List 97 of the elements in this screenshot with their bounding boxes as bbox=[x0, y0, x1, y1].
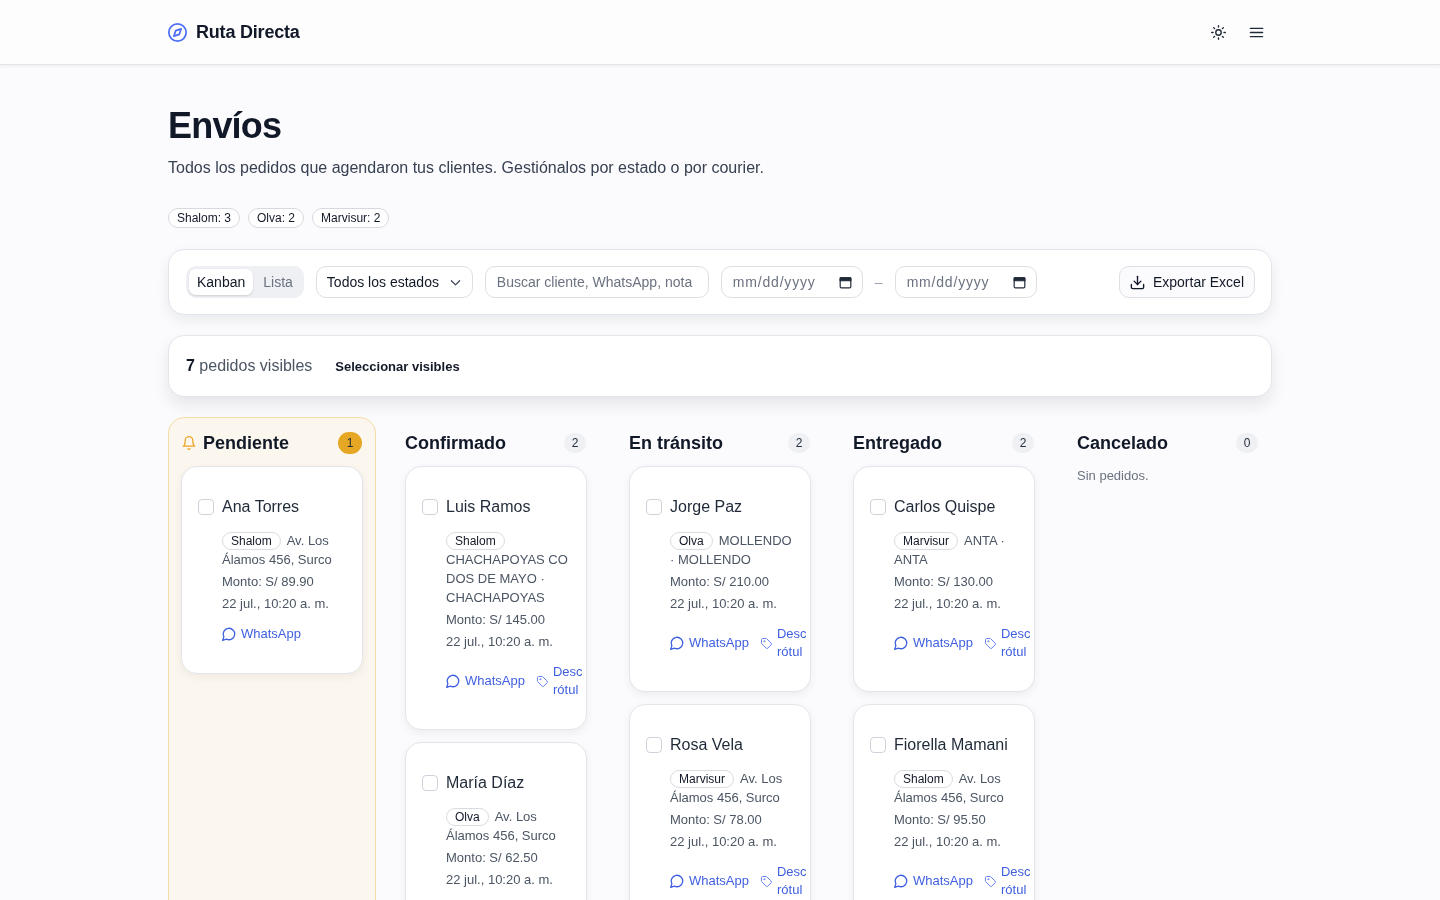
download-icon bbox=[1129, 274, 1145, 290]
tag-icon bbox=[985, 637, 996, 649]
date-text: 22 jul., 10:20 a. m. bbox=[670, 833, 778, 851]
checkbox[interactable] bbox=[870, 737, 886, 753]
courier-count-tag: Shalom: 3 bbox=[168, 208, 241, 228]
courier-address-text: Shalom CHACHAPOYAS CO DOS DE MAYO · CHACHAPOYAS bbox=[446, 531, 569, 607]
amount-text: Monto: S/ 145.00 bbox=[446, 611, 546, 629]
whatsapp-link[interactable]: WhatsApp bbox=[446, 672, 525, 690]
order-card[interactable]: Carlos Quispe Marvisur ANTA · ANTA Monto: S/ 130.00 22 jul., 10:20 a. m. WhatsApp Desc rótul bbox=[853, 466, 1035, 692]
date-text: 22 jul., 10:20 a. m. bbox=[894, 595, 1002, 613]
amount-text: Monto: S/ 78.00 bbox=[670, 811, 763, 829]
export-button[interactable]: Exportar Excel bbox=[1118, 266, 1255, 298]
tag-icon bbox=[761, 637, 772, 649]
date-text: 22 jul., 10:20 a. m. bbox=[446, 871, 554, 889]
count-badge: 2 bbox=[564, 433, 586, 453]
page-title: Envíos bbox=[168, 104, 283, 148]
page-subtitle: Todos los pedidos que agendaron tus clientes. Gestiónalos por estado o por courier. bbox=[168, 158, 765, 178]
brand-name: Ruta Directa bbox=[196, 21, 300, 43]
courier-address-text: Olva MOLLENDO · MOLLENDO bbox=[670, 531, 793, 569]
count-badge: 2 bbox=[788, 433, 810, 453]
courier-address-text: Shalom Av. Los Álamos 456, Surco bbox=[222, 531, 333, 569]
date-field[interactable]: mm/dd/yyyy bbox=[894, 266, 1037, 298]
compass-icon bbox=[168, 22, 187, 42]
order-card[interactable]: Rosa Vela Marvisur Av. Los Álamos 456, Surco Monto: S/ 78.00 22 jul., 10:20 a. m. WhatsApp Desc rótul bbox=[629, 704, 811, 900]
column-title: Entregado bbox=[853, 432, 942, 454]
courier-count-tag: Marvisur: 2 bbox=[312, 208, 390, 228]
customer-name: Carlos Quispe bbox=[894, 498, 996, 516]
label-link[interactable]: Desc rótul bbox=[761, 625, 807, 661]
count-badge: 2 bbox=[1012, 433, 1034, 453]
label-link[interactable]: Desc rótul bbox=[985, 863, 1031, 899]
checkbox[interactable] bbox=[646, 737, 662, 753]
view-tab[interactable]: Lista bbox=[255, 269, 301, 295]
count-badge: 0 bbox=[1236, 433, 1258, 453]
column-title: En tránsito bbox=[629, 432, 723, 454]
label-link[interactable]: Desc rótul bbox=[537, 663, 583, 699]
chat-bubble-icon bbox=[222, 627, 236, 641]
label-link[interactable]: Desc rótul bbox=[761, 863, 807, 899]
order-card[interactable]: María Díaz Olva Av. Los Álamos 456, Surco Monto: S/ 62.50 22 jul., 10:20 a. m. bbox=[405, 742, 587, 900]
amount-text: Monto: S/ 210.00 bbox=[670, 573, 770, 591]
checkbox[interactable] bbox=[646, 499, 662, 515]
customer-name: Ana Torres bbox=[222, 498, 300, 516]
customer-name: Luis Ramos bbox=[446, 498, 531, 516]
checkbox[interactable] bbox=[422, 775, 438, 791]
select-visible-button[interactable]: Seleccionar visibles bbox=[335, 354, 460, 378]
search-field[interactable]: Buscar cliente, WhatsApp, nota bbox=[484, 266, 709, 298]
bell-icon bbox=[182, 436, 196, 450]
checkbox[interactable] bbox=[422, 499, 438, 515]
amount-text: Monto: S/ 130.00 bbox=[894, 573, 994, 591]
courier-address-text: Shalom Av. Los Álamos 456, Surco bbox=[894, 769, 1005, 807]
calendar-icon bbox=[1012, 276, 1026, 289]
order-card[interactable]: Ana Torres Shalom Av. Los Álamos 456, Surco Monto: S/ 89.90 22 jul., 10:20 a. m. WhatsApp bbox=[181, 466, 363, 674]
courier-address-text: Marvisur Av. Los Álamos 456, Surco bbox=[670, 769, 784, 807]
tag-icon bbox=[985, 875, 996, 887]
customer-name: Jorge Paz bbox=[670, 498, 743, 516]
column-title: Cancelado bbox=[1077, 432, 1169, 454]
order-card[interactable]: Fiorella Mamani Shalom Av. Los Álamos 456, Surco Monto: S/ 95.50 22 jul., 10:20 a. m. WhatsApp Desc rótul bbox=[853, 704, 1035, 900]
label-link[interactable]: Desc rótul bbox=[985, 625, 1031, 661]
chat-bubble-icon bbox=[894, 874, 908, 888]
chat-bubble-icon bbox=[446, 674, 460, 688]
order-card[interactable]: Jorge Paz Olva MOLLENDO · MOLLENDO Monto: S/ 210.00 22 jul., 10:20 a. m. WhatsApp Desc rótul bbox=[629, 466, 811, 692]
view-tab[interactable]: Kanban bbox=[189, 269, 254, 295]
status-select[interactable]: Todos los estados bbox=[315, 266, 473, 298]
whatsapp-link[interactable]: WhatsApp bbox=[670, 634, 749, 652]
customer-name: Fiorella Mamani bbox=[894, 736, 1008, 754]
tag-icon bbox=[761, 875, 772, 887]
amount-text: Monto: S/ 62.50 bbox=[446, 849, 539, 867]
whatsapp-link[interactable]: WhatsApp bbox=[670, 872, 749, 890]
whatsapp-link[interactable]: WhatsApp bbox=[894, 634, 973, 652]
count-badge: 1 bbox=[338, 432, 362, 454]
customer-name: Rosa Vela bbox=[670, 736, 743, 754]
courier-count-tag: Olva: 2 bbox=[248, 208, 305, 228]
calendar-icon bbox=[838, 276, 852, 289]
checkbox[interactable] bbox=[198, 499, 214, 515]
customer-name: María Díaz bbox=[446, 774, 525, 792]
order-card[interactable]: Luis Ramos Shalom CHACHAPOYAS CO DOS DE MAYO · CHACHAPOYAS Monto: S/ 145.00 22 jul., 10:20 a. m. WhatsApp Desc rótul bbox=[405, 466, 587, 730]
chat-bubble-icon bbox=[894, 636, 908, 650]
checkbox[interactable] bbox=[870, 499, 886, 515]
column-title: Confirmado bbox=[405, 432, 506, 454]
visible-count-text: 7 pedidos visibles bbox=[186, 357, 313, 375]
date-text: 22 jul., 10:20 a. m. bbox=[894, 833, 1002, 851]
courier-address-text: Marvisur ANTA · ANTA bbox=[894, 531, 1006, 569]
whatsapp-link[interactable]: WhatsApp bbox=[894, 872, 973, 890]
empty-text: Sin pedidos. bbox=[1077, 467, 1150, 485]
courier-address-text: Olva Av. Los Álamos 456, Surco bbox=[446, 807, 557, 845]
date-text: 22 jul., 10:20 a. m. bbox=[446, 633, 554, 651]
date-separator: – bbox=[874, 274, 883, 290]
chat-bubble-icon bbox=[670, 636, 684, 650]
amount-text: Monto: S/ 95.50 bbox=[894, 811, 987, 829]
date-text: 22 jul., 10:20 a. m. bbox=[670, 595, 778, 613]
tag-icon bbox=[537, 675, 548, 687]
amount-text: Monto: S/ 89.90 bbox=[222, 573, 315, 591]
sun-icon bbox=[1210, 24, 1226, 40]
column-title: Pendiente bbox=[203, 432, 290, 454]
chat-bubble-icon bbox=[670, 874, 684, 888]
whatsapp-link[interactable]: WhatsApp bbox=[222, 625, 301, 643]
date-text: 22 jul., 10:20 a. m. bbox=[222, 595, 330, 613]
date-field[interactable]: mm/dd/yyyy bbox=[720, 266, 863, 298]
